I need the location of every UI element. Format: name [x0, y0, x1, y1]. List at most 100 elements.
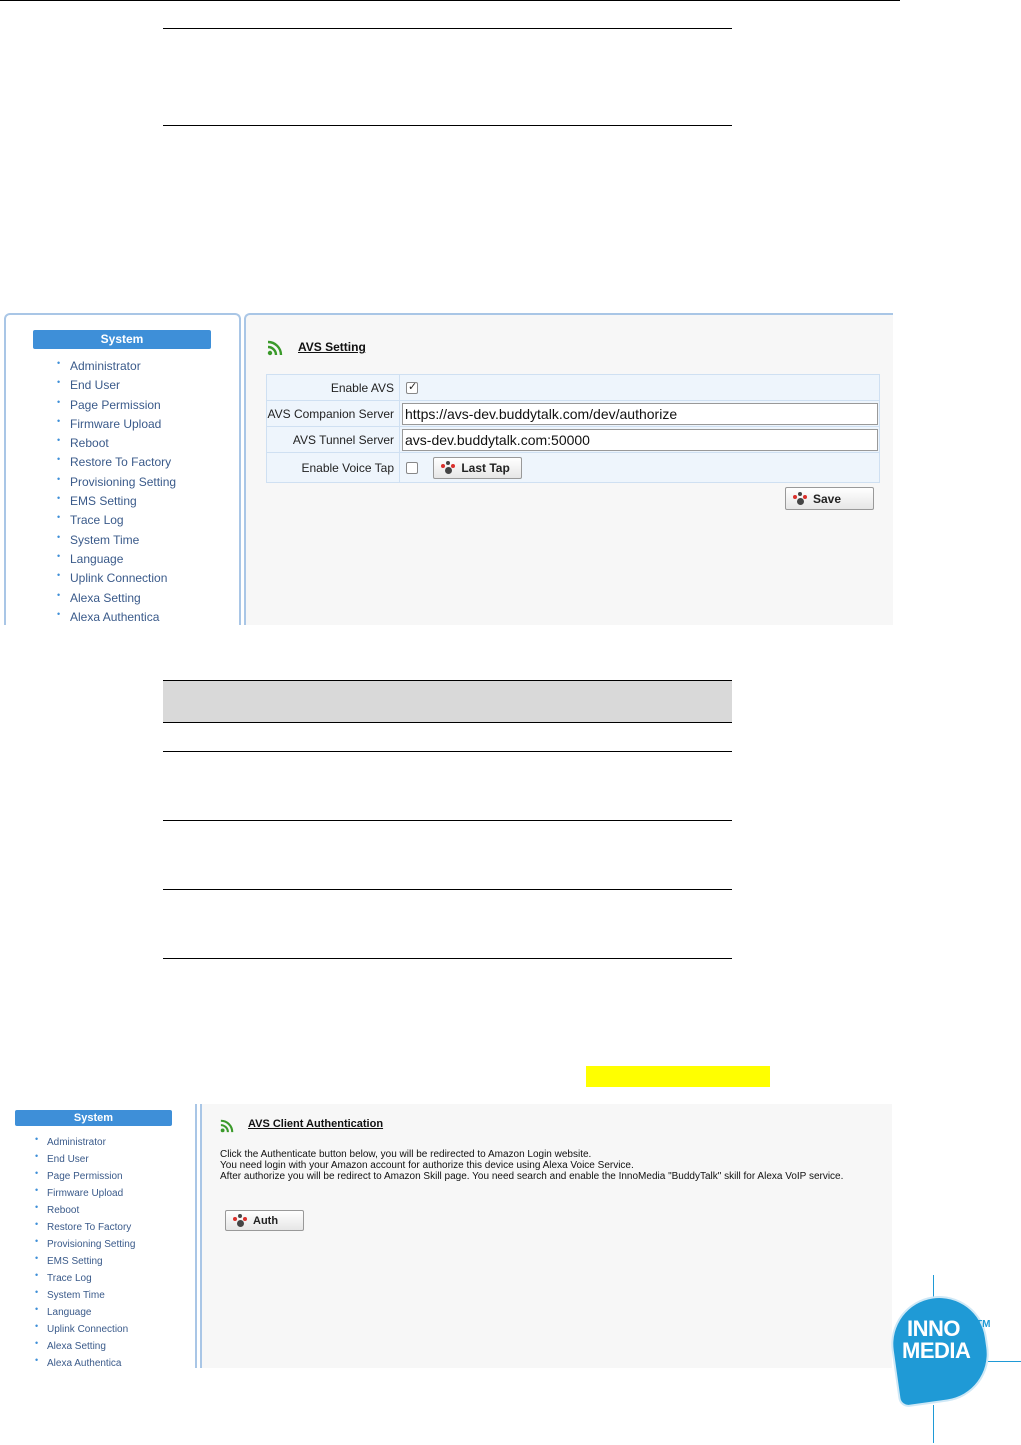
sidebar-item-system-time[interactable]: • System Time [35, 1287, 135, 1304]
bullet-icon: • [57, 454, 61, 465]
sidebar-item-alexa-setting[interactable]: • Alexa Setting [35, 1338, 135, 1355]
logo-guide-line [988, 1361, 1021, 1362]
rss-icon [220, 1119, 234, 1133]
sidebar-item-end-user[interactable]: • End User [57, 376, 176, 395]
bullet-icon: • [57, 435, 61, 446]
bullet-icon: • [57, 473, 61, 484]
auth-button[interactable]: Auth [225, 1210, 304, 1231]
sidebar-item-system-time[interactable]: • System Time [57, 531, 176, 550]
highlight-mark [586, 1066, 770, 1087]
sidebar-item-uplink-connection[interactable]: • Uplink Connection [35, 1321, 135, 1338]
bullet-icon: • [57, 531, 61, 542]
sidebar-item-alexa-setting[interactable]: • Alexa Setting [57, 589, 176, 608]
enable-avs-label: Enable AVS [266, 374, 400, 401]
bullet-icon: • [57, 396, 61, 407]
bullet-icon: • [35, 1253, 39, 1263]
companion-server-label: AVS Companion Server [266, 400, 400, 427]
sidebar-item-reboot[interactable]: • Reboot [57, 434, 176, 453]
instruction-line: After authorize you will be redirect to … [220, 1171, 844, 1182]
bullet-icon: • [35, 1168, 39, 1178]
last-tap-button[interactable]: Last Tap [433, 456, 523, 479]
header-rule [0, 0, 900, 1]
sidebar-item-end-user[interactable]: • End User [35, 1151, 135, 1168]
table-rule [163, 820, 732, 821]
sidebar-item-page-permission[interactable]: • Page Permission [57, 396, 176, 415]
sidebar-item-reboot[interactable]: • Reboot [35, 1202, 135, 1219]
content-panel [200, 1104, 892, 1368]
form-row: AVS Tunnel Server [266, 426, 880, 453]
bullet-icon: • [35, 1236, 39, 1246]
bullet-icon: • [57, 358, 61, 368]
logo-text: MEDIA [902, 1338, 971, 1363]
logo-text: INNO [907, 1316, 961, 1341]
table-rule [163, 28, 732, 29]
sidebar-item-trace-log[interactable]: • Trace Log [35, 1270, 135, 1287]
sidebar-header: System [33, 330, 211, 349]
save-button[interactable]: Save [785, 487, 874, 510]
tunnel-server-input[interactable] [402, 428, 878, 451]
bullet-icon: • [35, 1202, 39, 1212]
trademark-mark: TM [976, 1319, 991, 1330]
sidebar-item-firmware-upload[interactable]: • Firmware Upload [57, 415, 176, 434]
sidebar-item-language[interactable]: • Language [57, 550, 176, 569]
paw-icon [440, 460, 456, 475]
sidebar-item-provisioning-setting[interactable]: • Provisioning Setting [35, 1236, 135, 1253]
sidebar-item-alexa-authentica[interactable]: • Alexa Authentica [57, 608, 176, 627]
bullet-icon: • [35, 1355, 39, 1365]
bullet-icon: • [35, 1134, 39, 1144]
avs-settings-form: Enable AVS AVS Companion Server AVS Tunn… [266, 374, 880, 483]
bullet-icon: • [57, 377, 61, 388]
sidebar-item-page-permission[interactable]: • Page Permission [35, 1168, 135, 1185]
sidebar-item-alexa-authentica[interactable]: • Alexa Authentica [35, 1355, 135, 1372]
sidebar-item-provisioning-setting[interactable]: • Provisioning Setting [57, 473, 176, 492]
sidebar-item-firmware-upload[interactable]: • Firmware Upload [35, 1185, 135, 1202]
logo-guide-line [933, 1275, 934, 1297]
bullet-icon: • [35, 1270, 39, 1280]
bullet-icon: • [57, 493, 61, 504]
sidebar-header: System [15, 1110, 172, 1126]
table-header-band [163, 680, 732, 722]
sidebar-menu: • Administrator • End User • Page Permission •… [35, 1134, 135, 1372]
table-rule [163, 958, 732, 959]
page-title: AVS Client Authentication [248, 1118, 384, 1130]
table-rule [163, 751, 732, 752]
bullet-icon: • [57, 512, 61, 523]
voice-tap-checkbox[interactable] [406, 461, 418, 474]
instruction-line: You need login with your Amazon account … [220, 1160, 634, 1171]
sidebar-item-trace-log[interactable]: • Trace Log [57, 511, 176, 530]
table-rule [163, 889, 732, 890]
sidebar-item-restore-to-factory[interactable]: • Restore To Factory [57, 453, 176, 472]
table-rule [163, 680, 732, 681]
form-row: AVS Companion Server [266, 400, 880, 427]
bullet-icon: • [35, 1304, 39, 1314]
sidebar-item-ems-setting[interactable]: • EMS Setting [57, 492, 176, 511]
bullet-icon: • [35, 1338, 39, 1348]
bullet-icon: • [57, 570, 61, 581]
form-row: Enable AVS [266, 374, 880, 401]
bullet-icon: • [35, 1287, 39, 1297]
bullet-icon: • [35, 1219, 39, 1229]
table-rule [163, 125, 732, 126]
sidebar-item-administrator[interactable]: • Administrator [35, 1134, 135, 1151]
form-row: Enable Voice Tap Last Tap [266, 452, 880, 483]
logo-guide-line [933, 1405, 934, 1443]
enable-avs-checkbox[interactable] [406, 380, 418, 395]
bullet-icon: • [35, 1185, 39, 1195]
sidebar-item-restore-to-factory[interactable]: • Restore To Factory [35, 1219, 135, 1236]
sidebar-menu: • Administrator • End User • Page Permission •… [57, 357, 176, 627]
rss-icon [267, 340, 283, 356]
instruction-line: Click the Authenticate button below, you… [220, 1149, 592, 1160]
paw-icon [792, 491, 808, 506]
table-rule [163, 722, 732, 723]
page-title: AVS Setting [298, 340, 366, 354]
bullet-icon: • [57, 608, 61, 619]
companion-server-input[interactable] [402, 402, 878, 425]
sidebar-item-ems-setting[interactable]: • EMS Setting [35, 1253, 135, 1270]
sidebar-item-language[interactable]: • Language [35, 1304, 135, 1321]
sidebar-item-administrator[interactable]: • Administrator [57, 357, 176, 376]
bullet-icon: • [35, 1151, 39, 1161]
sidebar-item-uplink-connection[interactable]: • Uplink Connection [57, 569, 176, 588]
tunnel-server-label: AVS Tunnel Server [266, 426, 400, 453]
bullet-icon: • [57, 589, 61, 600]
voice-tap-label: Enable Voice Tap [266, 452, 400, 483]
